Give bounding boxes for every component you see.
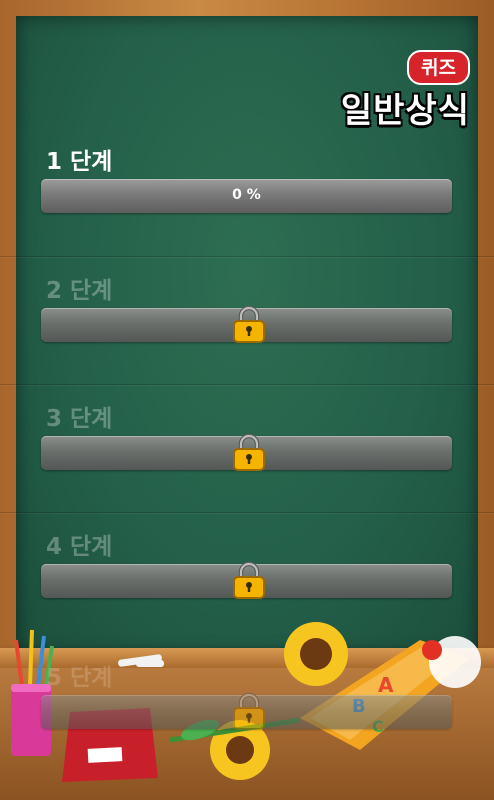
stage-label: 1 단계 bbox=[46, 149, 113, 175]
stage-3[interactable]: 3 단계 bbox=[0, 384, 494, 513]
lock-icon bbox=[233, 433, 265, 471]
progress-text: 0 % bbox=[232, 187, 261, 203]
stage-4[interactable]: 4 단계 bbox=[0, 512, 494, 641]
stage-5[interactable]: 5 단계 bbox=[0, 658, 494, 786]
stage-label: 4 단계 bbox=[46, 534, 113, 560]
app-logo: 퀴즈 일반상식 bbox=[341, 50, 470, 132]
stage-label: 5 단계 bbox=[46, 665, 113, 691]
lock-icon bbox=[233, 561, 265, 599]
app-title: 일반상식 bbox=[340, 91, 470, 131]
stage-2[interactable]: 2 단계 bbox=[0, 256, 494, 385]
app-frame: 퀴즈 일반상식 1 단계 0 % 2 단계 3 단계 4 단계 A 5 단계 bbox=[0, 0, 494, 800]
lock-icon bbox=[233, 692, 265, 730]
lock-icon bbox=[233, 305, 265, 343]
stage-label: 3 단계 bbox=[46, 406, 113, 432]
quiz-badge: 퀴즈 bbox=[407, 50, 470, 85]
stage-progress-bar[interactable] bbox=[41, 433, 452, 471]
stage-progress-bar[interactable] bbox=[41, 561, 452, 599]
stage-label: 2 단계 bbox=[46, 278, 113, 304]
stage-progress-bar[interactable] bbox=[41, 305, 452, 343]
stage-1[interactable]: 1 단계 0 % bbox=[0, 128, 494, 256]
stage-progress-bar[interactable] bbox=[41, 692, 452, 730]
stage-progress-bar[interactable]: 0 % bbox=[41, 179, 452, 213]
